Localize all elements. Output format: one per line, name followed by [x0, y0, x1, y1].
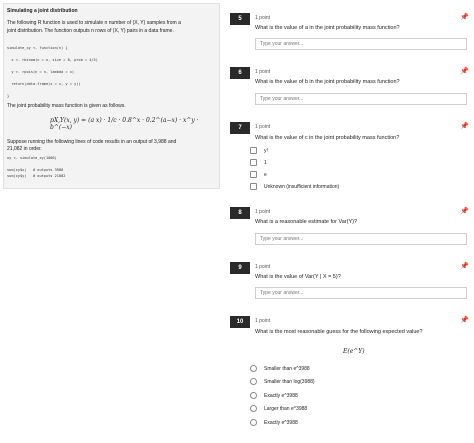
question-points-9: 1 point: [255, 264, 271, 270]
option-label: 1: [264, 159, 267, 166]
answer-input-9[interactable]: Type your answer...: [255, 287, 467, 299]
answer-input-6[interactable]: Type your answer...: [255, 93, 467, 105]
option-label: Smaller than log(3988): [264, 378, 315, 385]
code-line-3: y <- rpois(n = n, lambda = x): [7, 70, 75, 74]
suppose-line-1: Suppose running the following lines of c…: [7, 139, 177, 145]
answer-input-5[interactable]: Type your answer...: [255, 38, 467, 50]
pin-icon[interactable]: 📌: [460, 122, 469, 130]
pin-icon[interactable]: 📌: [460, 67, 469, 75]
question-text-10: What is the most reasonable guess for th…: [255, 329, 423, 335]
question-points-10: 1 point: [255, 318, 271, 324]
code-line-4: return(data.frame(x = x, y = y)): [7, 82, 81, 86]
question-number-7: 7: [230, 122, 250, 134]
option-10-4[interactable]: Larger than e^3988: [250, 405, 307, 412]
radio[interactable]: [250, 378, 257, 385]
intro-line-1: The following R function is used to simu…: [7, 20, 181, 26]
question-points-6: 1 point: [255, 69, 271, 75]
radio[interactable]: [250, 365, 257, 372]
option-label: e: [264, 171, 267, 178]
pin-icon[interactable]: 📌: [460, 13, 469, 21]
radio[interactable]: [250, 405, 257, 412]
questions-panel: 5 1 point 📌 What is the value of a in th…: [228, 0, 474, 443]
code-line-5: }: [7, 94, 10, 98]
question-points-7: 1 point: [255, 124, 271, 130]
option-label: Smaller than e^3988: [264, 365, 310, 372]
option-label: Exactly e^3988: [264, 392, 298, 399]
radio[interactable]: [250, 392, 257, 399]
intro-line-2: joint distribution. The function outputs…: [7, 28, 174, 34]
question-number-6: 6: [230, 67, 250, 79]
code2-line-4: sum(xy$y) # outputs 21082: [7, 174, 66, 178]
pmf-formula: pX,Y(x, y) = (a x) · 1/c · 0.8^x · 0.2^(…: [50, 117, 219, 131]
option-10-2[interactable]: Smaller than log(3988): [250, 378, 315, 385]
suppose-line-2: 21,082 in order.: [7, 146, 42, 152]
problem-statement-panel: Simulating a joint distribution The foll…: [0, 0, 222, 443]
expected-value-expression: E(e^Y): [343, 348, 365, 355]
pmf-intro: The joint probability mass function is g…: [7, 103, 126, 109]
question-number-5: 5: [230, 13, 250, 25]
question-number-10: 10: [230, 316, 250, 328]
pin-icon[interactable]: 📌: [460, 207, 469, 215]
option-10-5[interactable]: Exactly e^3988: [250, 419, 298, 426]
question-text-7: What is the value of c in the joint prob…: [255, 135, 400, 141]
option-label: Exactly e^3988: [264, 419, 298, 426]
question-text-6: What is the value of b in the joint prob…: [255, 79, 400, 85]
option-7-1[interactable]: y!: [250, 147, 268, 154]
option-10-3[interactable]: Exactly e^3988: [250, 392, 298, 399]
option-label: Unknown (insufficient information): [264, 183, 340, 190]
option-10-1[interactable]: Smaller than e^3988: [250, 365, 310, 372]
question-number-8: 8: [230, 207, 250, 219]
question-text-5: What is the value of a in the joint prob…: [255, 25, 400, 31]
pin-icon[interactable]: 📌: [460, 262, 469, 270]
option-label: Larger than e^3988: [264, 405, 308, 412]
formula-lhs: pX,Y(x, y) =: [50, 117, 87, 124]
problem-card: Simulating a joint distribution The foll…: [3, 3, 220, 189]
code-line-1: simulate_xy <- function(n) {: [7, 46, 68, 50]
option-7-3[interactable]: e: [250, 171, 267, 178]
checkbox[interactable]: [250, 183, 257, 190]
code-line-2: x <- rbinom(n = n, size = 8, prob = 4/5): [7, 58, 98, 62]
option-7-4[interactable]: Unknown (insufficient information): [250, 183, 339, 190]
pin-icon[interactable]: 📌: [460, 316, 469, 324]
question-points-8: 1 point: [255, 209, 271, 215]
checkbox[interactable]: [250, 171, 257, 178]
question-points-5: 1 point: [255, 15, 271, 21]
question-text-9: What is the value of Var(Y | X = 5)?: [255, 274, 341, 280]
question-number-9: 9: [230, 262, 250, 274]
checkbox[interactable]: [250, 147, 257, 154]
code2-line-1: xy <- simulate_xy(1000): [7, 156, 57, 160]
answer-input-8[interactable]: Type your answer...: [255, 233, 467, 245]
checkbox[interactable]: [250, 159, 257, 166]
radio[interactable]: [250, 419, 257, 426]
option-7-2[interactable]: 1: [250, 159, 267, 166]
option-label: y!: [264, 147, 268, 154]
question-text-8: What is a reasonable estimate for Var(Y)…: [255, 219, 357, 225]
problem-title: Simulating a joint distribution: [7, 8, 78, 14]
